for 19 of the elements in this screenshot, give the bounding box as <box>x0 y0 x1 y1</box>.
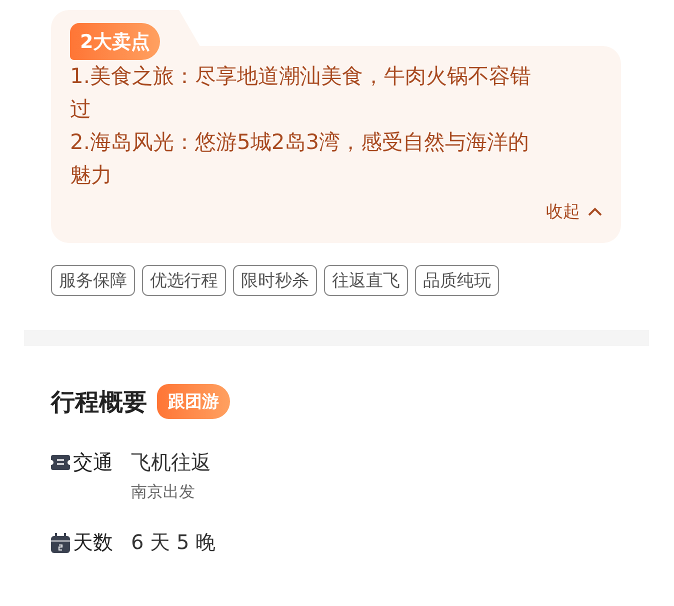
highlight-text: 1.美食之旅：尽享地道潮汕美食，牛肉火锅不容错过 <box>70 63 532 123</box>
ticket-icon <box>51 454 70 471</box>
feature-tag: 服务保障 <box>51 265 135 296</box>
info-value: 飞机往返 <box>131 449 212 476</box>
section-title: 行程概要 <box>51 386 147 418</box>
chevron-icon <box>588 207 602 216</box>
highlights-badge: 2大卖点 <box>70 23 160 60</box>
feature-tag: 限时秒杀 <box>233 265 317 296</box>
feature-tag: 优选行程 <box>142 265 226 296</box>
info-label: 交通 <box>73 449 114 476</box>
feature-tag: 品质纯玩 <box>415 265 499 296</box>
collapse-button[interactable]: 收起 <box>546 200 602 223</box>
feature-tag: 往返直飞 <box>324 265 408 296</box>
highlight-text: 2.海岛风光：悠游5城2岛3湾，感受自然与海洋的魅力 <box>70 129 530 189</box>
calendar-icon <box>51 532 70 552</box>
info-note: 南京出发 <box>131 482 196 503</box>
info-value: 6 天 5 晚 <box>131 529 217 556</box>
info-label: 天数 <box>73 529 114 556</box>
tour-type-badge: 跟团游 <box>157 384 230 419</box>
